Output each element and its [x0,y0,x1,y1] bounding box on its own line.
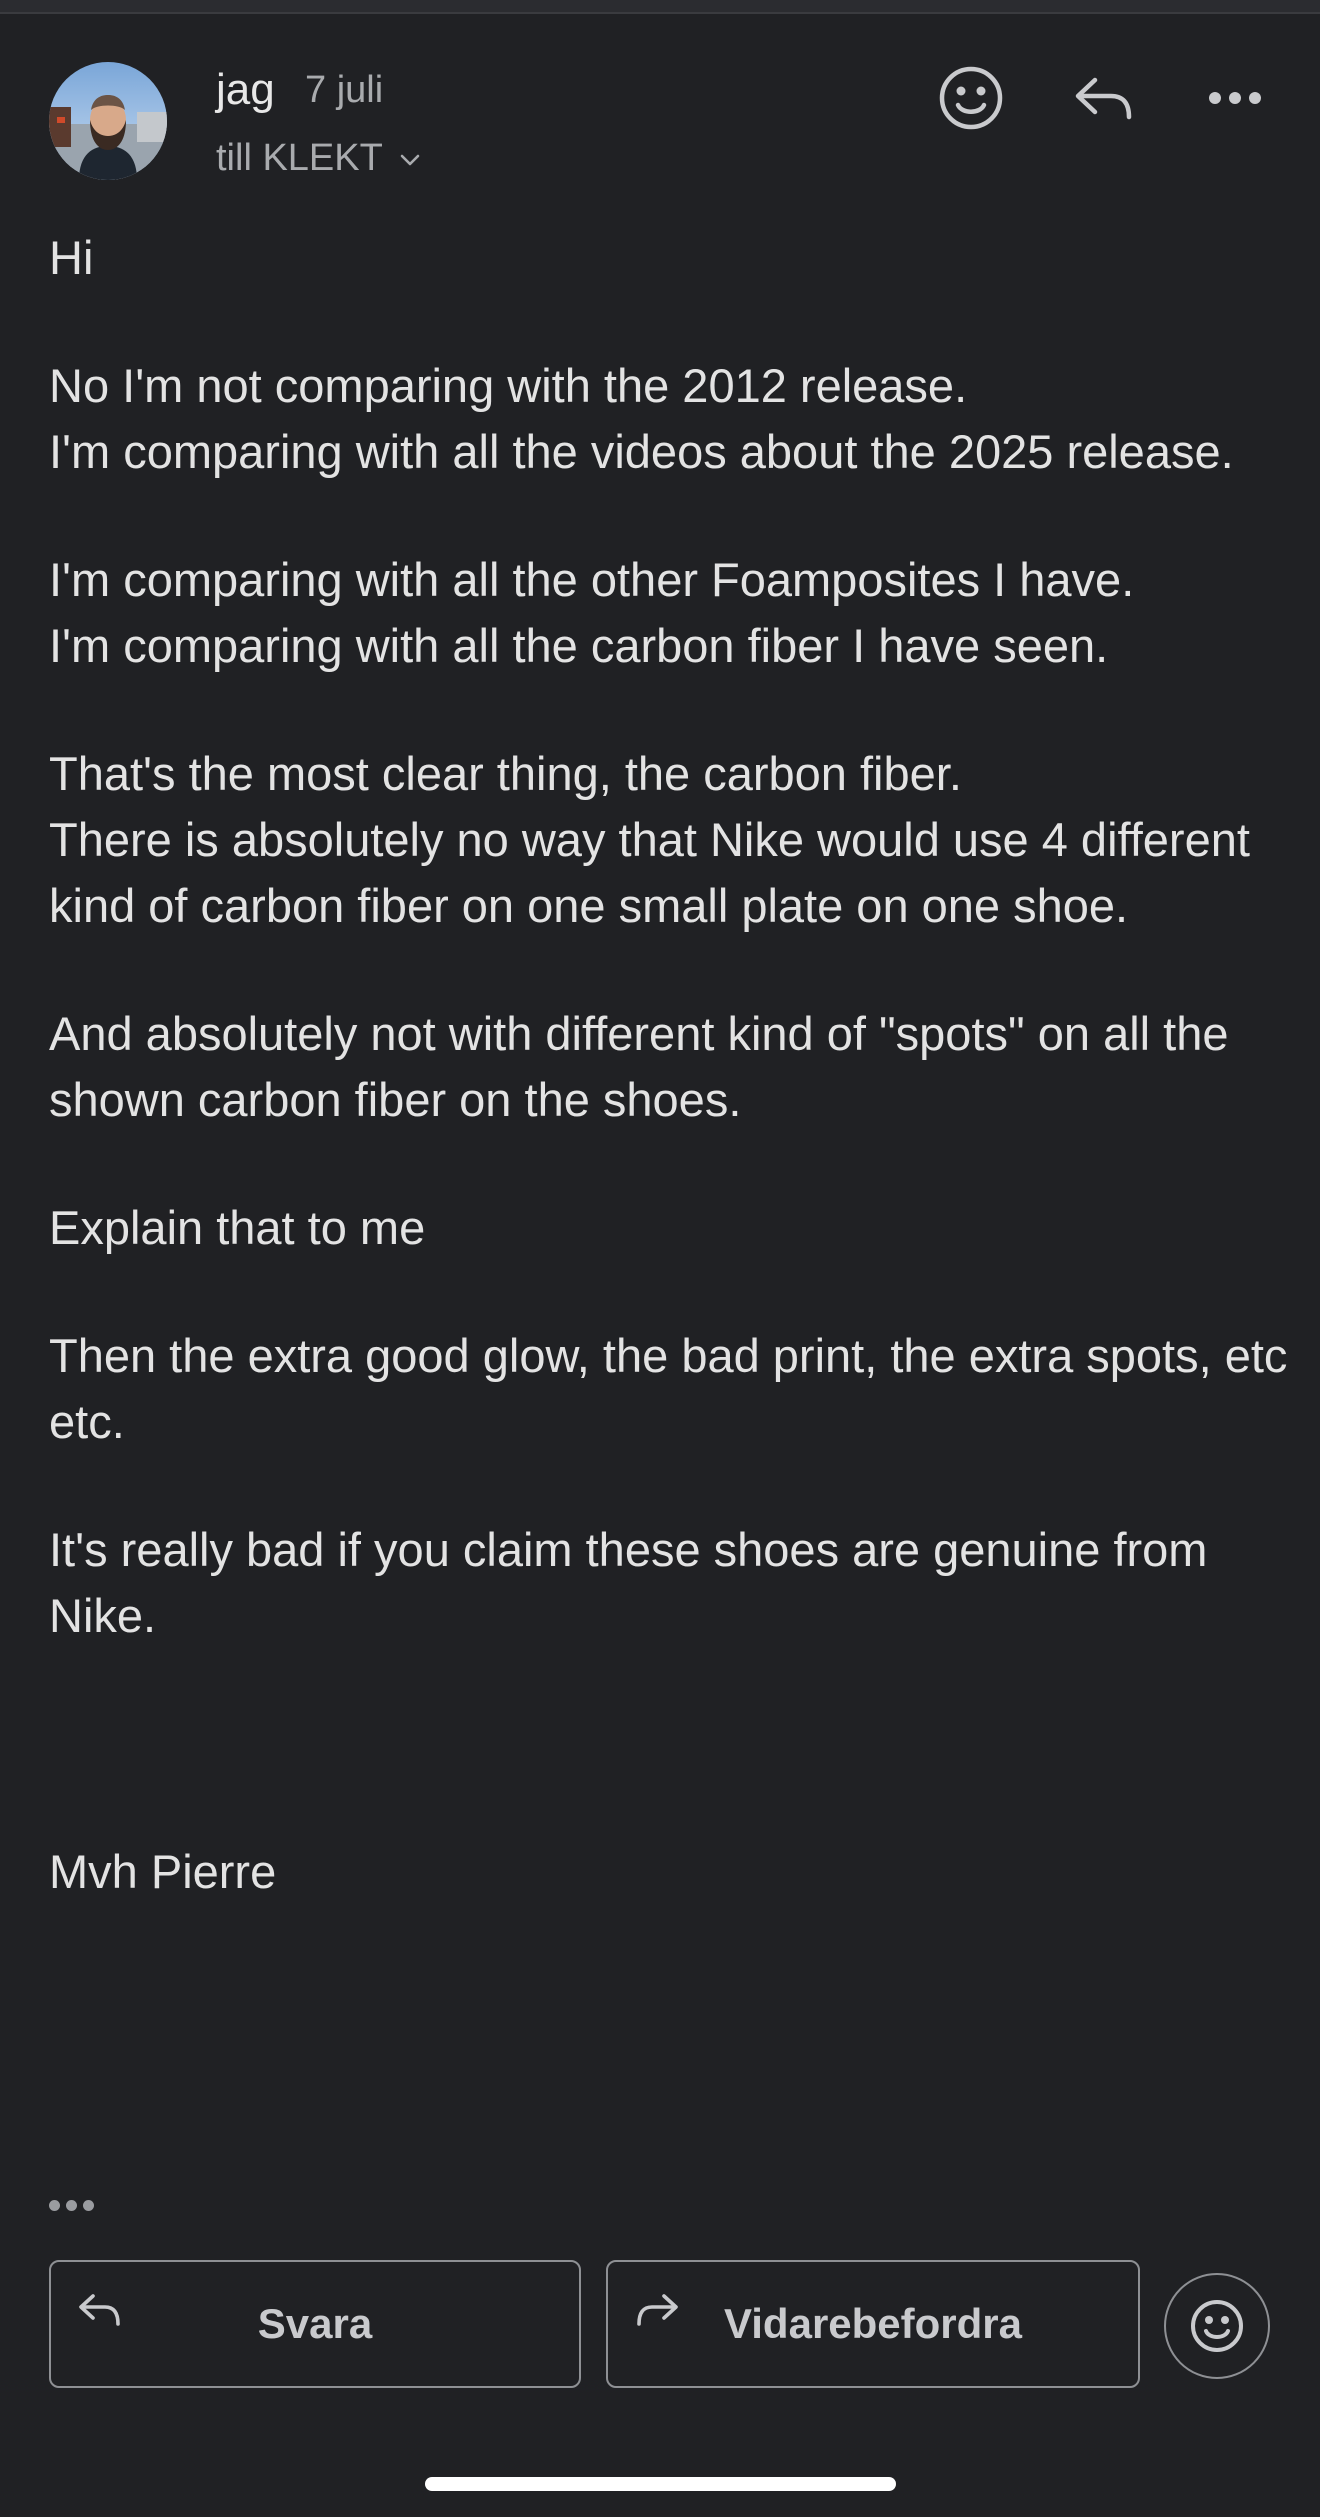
reply-icon [79,2294,120,2326]
emoji-reaction-button[interactable] [1164,2273,1270,2379]
paragraph: Explain that to me [49,1201,426,1254]
message-date: 7 juli [305,69,384,111]
forward-icon [637,2294,678,2326]
dot-icon [49,2199,60,2211]
forward-action-button[interactable]: Vidarebefordra [606,2260,1140,2388]
paragraph: It's really bad if you claim these shoes… [49,1523,1208,1642]
emoji-smile-icon [939,66,1003,130]
reply-action-button[interactable]: Svara [49,2260,581,2388]
recipient-details-toggle[interactable]: till KLEKT [216,132,421,184]
home-indicator[interactable] [425,2477,896,2491]
paragraph: No I'm not comparing with the 2012 relea… [49,359,1234,478]
sender-name: jag [216,65,275,114]
reply-button[interactable] [1064,62,1144,134]
emoji-smile-icon [1191,2300,1243,2352]
paragraph: And absolutely not with different kind o… [49,1007,1229,1126]
paragraph: Then the extra good glow, the bad print,… [49,1329,1288,1448]
paragraph-greeting: Hi [49,231,94,284]
dot-icon [83,2199,94,2211]
signature: Mvh Pierre [49,1845,277,1898]
recipient-label: till KLEKT [216,137,383,179]
paragraph: I'm comparing with all the other Foampos… [49,553,1135,672]
sender-avatar[interactable] [49,62,167,180]
more-options-button[interactable] [1195,62,1275,134]
reply-icon [1075,77,1132,120]
top-edge [0,0,1320,14]
more-horizontal-icon [1209,92,1261,104]
dot-icon [66,2199,77,2211]
reply-action-label: Svara [257,2300,373,2347]
add-reaction-button[interactable] [931,62,1011,134]
chevron-down-icon [400,154,420,166]
forward-action-label: Vidarebefordra [724,2300,1022,2347]
message-body: Hi No I'm not comparing with the 2012 re… [49,225,1289,1967]
show-trimmed-content-button[interactable] [49,2190,109,2220]
paragraph: That's the most clear thing, the carbon … [49,747,1250,932]
